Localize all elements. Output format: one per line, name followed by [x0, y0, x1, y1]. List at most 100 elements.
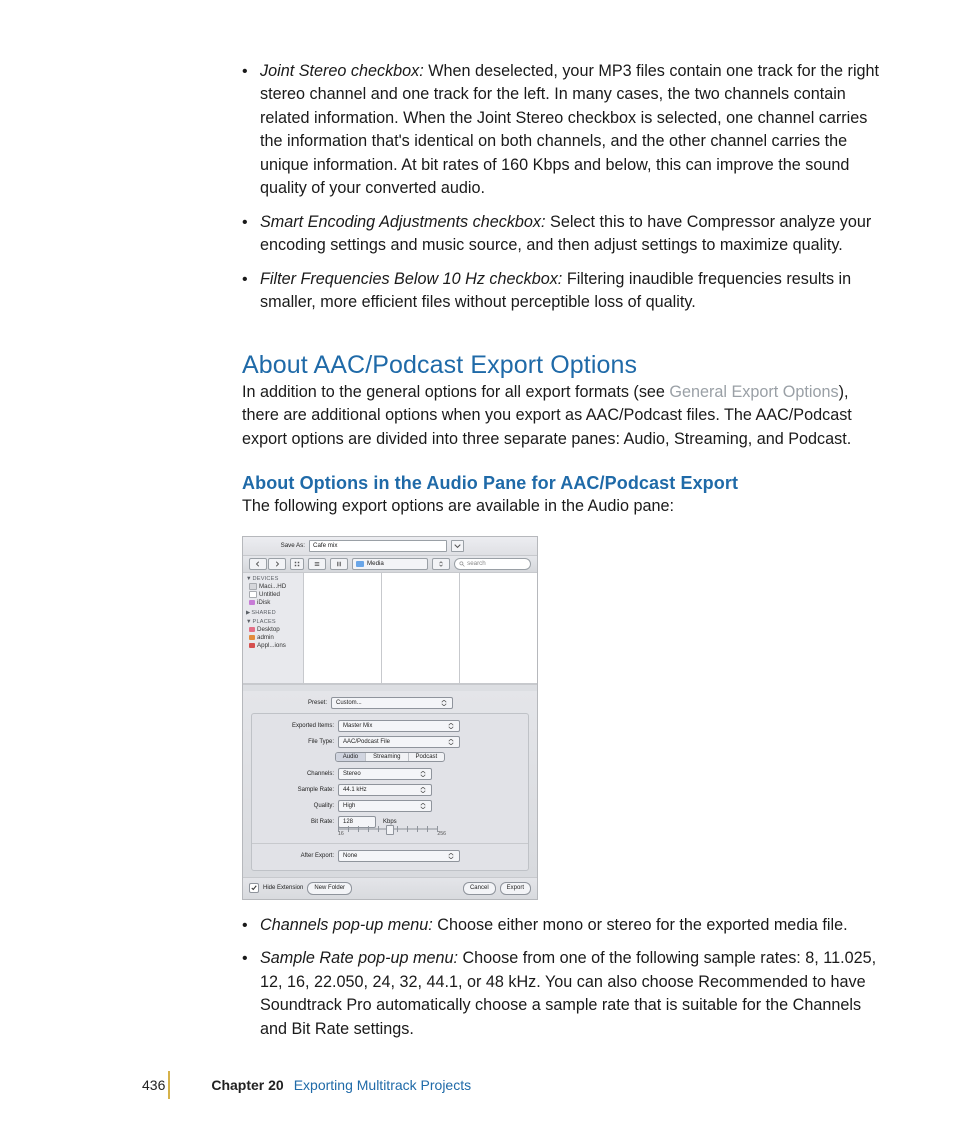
preset-popup[interactable]: Custom...	[331, 697, 453, 709]
page-number: 436	[142, 1077, 165, 1093]
sidebar-item-admin[interactable]: admin	[245, 634, 301, 642]
page-footer: 436 Chapter 20 Exporting Multitrack Proj…	[0, 1077, 954, 1093]
file-type-label: File Type:	[258, 739, 334, 745]
cancel-button[interactable]: Cancel	[463, 882, 496, 895]
slider-thumb-icon	[386, 825, 394, 835]
browser-column[interactable]	[382, 573, 460, 683]
channels-label: Channels:	[258, 771, 334, 777]
columns-icon	[336, 561, 342, 567]
folder-icon	[356, 561, 364, 567]
sub-paragraph: The following export options are availab…	[242, 495, 886, 518]
bullet-title: Sample Rate pop-up menu:	[260, 949, 458, 967]
export-button[interactable]: Export	[500, 882, 531, 895]
disk-icon	[249, 591, 257, 598]
idisk-icon	[249, 600, 255, 605]
hide-extension-checkbox[interactable]	[249, 883, 259, 893]
quality-label: Quality:	[258, 803, 334, 809]
bullet-smart-encoding: Smart Encoding Adjustments checkbox: Sel…	[260, 211, 886, 258]
after-export-popup[interactable]: None	[338, 850, 460, 862]
bullet-body: Choose either mono or stereo for the exp…	[437, 916, 847, 934]
channels-popup[interactable]: Stereo	[338, 768, 432, 780]
nav-back-button[interactable]	[249, 558, 267, 570]
chapter-label: Chapter 20	[211, 1077, 283, 1093]
link-general-export-options[interactable]: General Export Options	[669, 383, 838, 401]
section-heading: About AAC/Podcast Export Options	[242, 351, 886, 380]
search-icon	[459, 561, 465, 567]
tab-streaming[interactable]: Streaming	[366, 753, 408, 761]
sidebar: ▼DEVICES Maci...HD Untitled iDisk ▶SHARE…	[243, 573, 304, 683]
check-icon	[251, 885, 257, 891]
list-view-button[interactable]	[308, 558, 326, 570]
bullet-sample-rate-popup: Sample Rate pop-up menu: Choose from one…	[260, 947, 886, 1041]
slider-max-label: 256	[437, 831, 446, 837]
save-as-label: Save As:	[249, 542, 305, 549]
browser-status-bar	[243, 684, 537, 691]
footer-rule	[168, 1071, 170, 1099]
top-bullets: Joint Stereo checkbox: When deselected, …	[168, 60, 886, 315]
sub-heading: About Options in the Audio Pane for AAC/…	[242, 473, 886, 494]
grid-icon	[294, 561, 300, 567]
sidebar-item-idisk[interactable]: iDisk	[245, 599, 301, 607]
export-dialog: Save As: Cafe mix Media search	[242, 536, 538, 900]
search-placeholder: search	[467, 560, 486, 567]
section-paragraph: In addition to the general options for a…	[242, 381, 886, 451]
sidebar-item-desktop[interactable]: Desktop	[245, 626, 301, 634]
pane-tabs: Audio Streaming Podcast	[335, 752, 445, 762]
search-field[interactable]: search	[454, 558, 531, 570]
chevron-left-icon	[255, 561, 261, 567]
preset-label: Preset:	[251, 700, 327, 706]
bit-rate-slider[interactable]	[338, 828, 438, 830]
bit-rate-unit: Kbps	[383, 819, 397, 825]
file-type-popup[interactable]: AAC/Podcast File	[338, 736, 460, 748]
list-icon	[314, 561, 320, 567]
sample-rate-label: Sample Rate:	[258, 787, 334, 793]
exported-items-popup[interactable]: Master Mix	[338, 720, 460, 732]
sidebar-item-untitled[interactable]: Untitled	[245, 591, 301, 599]
save-as-field[interactable]: Cafe mix	[309, 540, 447, 552]
after-export-label: After Export:	[258, 853, 334, 859]
bullet-title: Joint Stereo checkbox:	[260, 62, 424, 80]
para-pre: In addition to the general options for a…	[242, 383, 669, 401]
path-label: Media	[367, 560, 384, 567]
bullet-title: Filter Frequencies Below 10 Hz checkbox:	[260, 270, 562, 288]
path-disclosure[interactable]	[432, 558, 450, 570]
bullet-joint-stereo: Joint Stereo checkbox: When deselected, …	[260, 60, 886, 201]
sample-rate-popup[interactable]: 44.1 kHz	[338, 784, 432, 796]
bullet-filter-freq: Filter Frequencies Below 10 Hz checkbox:…	[260, 268, 886, 315]
nav-forward-button[interactable]	[268, 558, 286, 570]
quality-popup[interactable]: High	[338, 800, 432, 812]
sidebar-item-applications[interactable]: Appl...ions	[245, 642, 301, 650]
chapter-title: Exporting Multitrack Projects	[294, 1077, 471, 1093]
bullet-channels-popup: Channels pop-up menu: Choose either mono…	[260, 914, 886, 937]
sidebar-places-head: PLACES	[253, 619, 276, 625]
new-folder-button[interactable]: New Folder	[307, 882, 352, 895]
bullet-title: Smart Encoding Adjustments checkbox:	[260, 213, 546, 231]
view-mode-button[interactable]	[290, 558, 304, 570]
exported-items-label: Exported Items:	[258, 723, 334, 729]
browser-column[interactable]	[460, 573, 537, 683]
file-browser: ▼DEVICES Maci...HD Untitled iDisk ▶SHARE…	[243, 573, 537, 684]
chevron-down-icon	[454, 543, 461, 549]
bullet-body: When deselected, your MP3 files contain …	[260, 62, 879, 197]
path-popup[interactable]: Media	[352, 558, 428, 570]
bit-rate-label: Bit Rate:	[258, 819, 334, 825]
sidebar-devices-head: DEVICES	[253, 576, 279, 582]
applications-icon	[249, 643, 255, 648]
hard-drive-icon	[249, 583, 257, 590]
browser-column[interactable]	[304, 573, 382, 683]
chevron-right-icon	[274, 561, 280, 567]
sidebar-shared-head: SHARED	[251, 610, 276, 616]
bullet-title: Channels pop-up menu:	[260, 916, 433, 934]
home-icon	[249, 635, 255, 640]
save-as-row: Save As: Cafe mix	[243, 537, 537, 556]
desktop-icon	[249, 627, 255, 632]
disclosure-button[interactable]	[451, 540, 464, 552]
tab-podcast[interactable]: Podcast	[409, 753, 445, 761]
hide-extension-label: Hide Extension	[263, 885, 303, 891]
bottom-bullets: Channels pop-up menu: Choose either mono…	[168, 914, 886, 1041]
sidebar-item-mac-hd[interactable]: Maci...HD	[245, 583, 301, 591]
browser-toolbar: Media search	[243, 556, 537, 573]
tab-audio[interactable]: Audio	[336, 753, 366, 761]
column-view-button[interactable]	[330, 558, 348, 570]
updown-icon	[438, 561, 444, 567]
